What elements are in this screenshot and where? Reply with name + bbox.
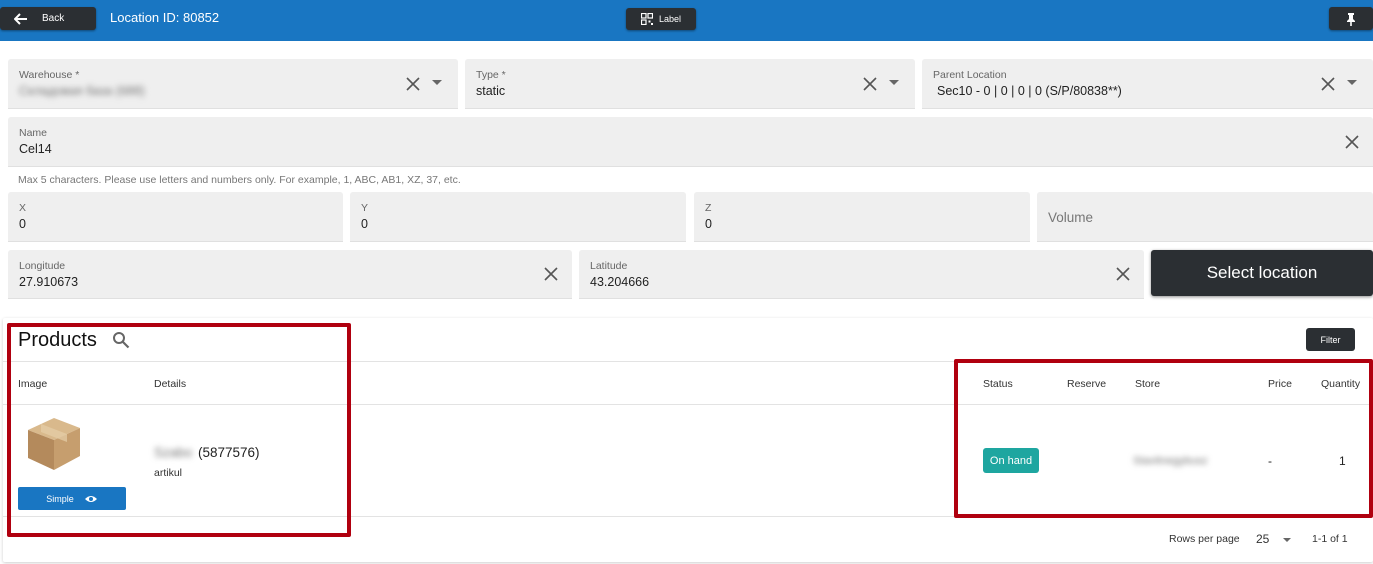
back-button-label: Back: [42, 13, 65, 24]
latitude-label: Latitude: [590, 260, 628, 272]
z-field[interactable]: Z 0: [694, 192, 1030, 242]
rows-per-page-select[interactable]: 25: [1256, 532, 1269, 546]
name-label: Name: [19, 127, 48, 139]
type-value: static: [476, 84, 506, 98]
latitude-field[interactable]: Latitude 43.204666: [579, 250, 1144, 299]
y-field[interactable]: Y 0: [350, 192, 686, 242]
type-select[interactable]: Type * static: [465, 59, 915, 109]
page-title: Location ID: 80852: [110, 10, 220, 25]
name-field[interactable]: Name Cel14: [8, 117, 1373, 167]
annotation-box-right: [954, 359, 1373, 518]
name-hint: Max 5 characters. Please use letters and…: [18, 174, 461, 186]
clear-icon[interactable]: [862, 76, 878, 92]
chevron-down-icon[interactable]: [432, 80, 442, 85]
arrow-left-icon: [14, 12, 27, 25]
longitude-field[interactable]: Longitude 27.910673: [8, 250, 572, 299]
x-value: 0: [19, 217, 26, 231]
rows-per-page-label: Rows per page: [1169, 533, 1240, 545]
warehouse-label: Warehouse *: [19, 69, 80, 81]
y-value: 0: [361, 217, 368, 231]
chevron-down-icon[interactable]: [889, 80, 899, 85]
clear-icon[interactable]: [1320, 76, 1336, 92]
latitude-value: 43.204666: [590, 275, 650, 289]
label-button-text: Label: [658, 14, 682, 24]
parent-location-label: Parent Location: [933, 69, 1007, 81]
z-value: 0: [705, 217, 712, 231]
type-label: Type *: [476, 69, 506, 81]
clear-icon[interactable]: [1344, 134, 1360, 150]
warehouse-select[interactable]: Warehouse * Складовая база (688): [8, 59, 458, 109]
volume-placeholder: Volume: [1048, 210, 1094, 225]
parent-location-select[interactable]: Parent Location Sec10 - 0 | 0 | 0 | 0 (S…: [922, 59, 1373, 109]
chevron-down-icon[interactable]: [1283, 538, 1291, 542]
select-location-button[interactable]: Select location: [1151, 250, 1373, 296]
longitude-label: Longitude: [19, 260, 66, 272]
parent-location-value: Sec10 - 0 | 0 | 0 | 0 (S/P/80838**): [937, 84, 1122, 98]
y-label: Y: [361, 202, 369, 214]
back-button[interactable]: Back: [0, 7, 96, 30]
qr-code-icon: [640, 13, 653, 25]
longitude-value: 27.910673: [19, 275, 79, 289]
z-label: Z: [705, 202, 712, 214]
filter-button[interactable]: Filter: [1306, 328, 1355, 351]
x-label: X: [19, 202, 27, 214]
annotation-box-left: [7, 323, 351, 537]
clear-icon[interactable]: [405, 76, 421, 92]
label-button[interactable]: Label: [626, 8, 696, 30]
name-value: Cel14: [19, 142, 52, 156]
pin-icon: [1347, 12, 1355, 26]
pin-button[interactable]: [1329, 7, 1373, 30]
clear-icon[interactable]: [1115, 266, 1131, 282]
volume-field[interactable]: Volume: [1037, 192, 1373, 242]
pagination-range: 1-1 of 1: [1312, 533, 1348, 545]
x-field[interactable]: X 0: [8, 192, 343, 242]
warehouse-value: Складовая база (688): [19, 84, 145, 98]
clear-icon[interactable]: [543, 266, 559, 282]
chevron-down-icon[interactable]: [1347, 80, 1357, 85]
